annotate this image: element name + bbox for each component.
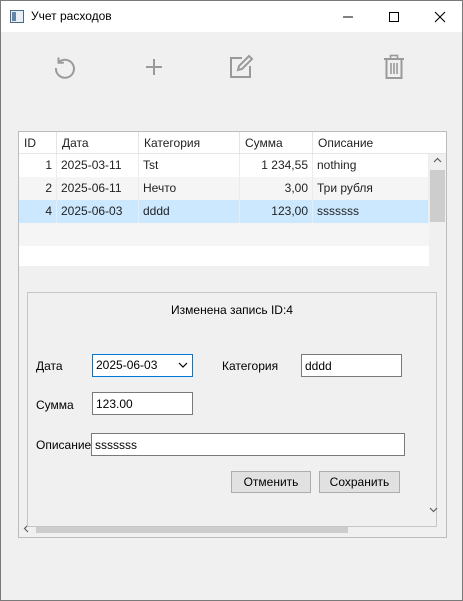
add-button[interactable]	[136, 49, 172, 85]
amount-input[interactable]	[92, 392, 193, 415]
date-label: Дата	[36, 359, 63, 373]
table-row-selected[interactable]: 4 2025-06-03 dddd 123,00 sssssss	[19, 200, 429, 223]
date-value: 2025-06-03	[96, 358, 158, 372]
cell-date: 2025-06-03	[57, 200, 139, 223]
cell-id: 1	[19, 154, 57, 177]
close-icon	[434, 11, 446, 22]
save-button[interactable]: Сохранить	[319, 471, 400, 493]
edit-icon	[230, 54, 254, 78]
empty-row	[19, 223, 429, 246]
date-picker[interactable]: 2025-06-03	[92, 354, 193, 377]
category-input[interactable]	[301, 354, 402, 377]
minimize-icon	[343, 16, 353, 17]
chevron-down-icon[interactable]	[178, 360, 188, 370]
vertical-scrollbar[interactable]	[429, 154, 446, 266]
edit-panel: Изменена запись ID:4 Дата 2025-06-03 Кат…	[27, 292, 438, 527]
close-button[interactable]	[417, 1, 463, 32]
window-title: Учет расходов	[31, 9, 112, 23]
cell-date: 2025-03-11	[57, 154, 139, 177]
scroll-up-icon[interactable]	[433, 157, 442, 163]
maximize-button[interactable]	[371, 1, 417, 32]
cancel-button[interactable]: Отменить	[231, 471, 311, 493]
cell-amount: 123,00	[240, 200, 313, 223]
cell-description: sssssss	[313, 200, 429, 223]
table-body: 1 2025-03-11 Tst 1 234,55 nothing 2 2025…	[19, 154, 429, 266]
cell-id: 4	[19, 200, 57, 223]
delete-icon	[384, 54, 404, 79]
cell-amount: 1 234,55	[240, 154, 313, 177]
refresh-icon	[54, 57, 75, 79]
cell-amount: 3,00	[240, 177, 313, 200]
amount-label: Сумма	[36, 398, 74, 412]
description-input[interactable]	[91, 433, 405, 456]
title-bar: Учет расходов	[1, 1, 462, 32]
cell-id: 2	[19, 177, 57, 200]
description-label: Описание	[36, 438, 92, 452]
minimize-button[interactable]	[325, 1, 371, 32]
app-icon	[10, 10, 24, 23]
cell-category: Tst	[139, 154, 240, 177]
edit-button[interactable]	[223, 49, 259, 85]
cell-date: 2025-06-11	[57, 177, 139, 200]
column-header-description[interactable]: Описание	[313, 132, 446, 154]
cell-category: dddd	[139, 200, 240, 223]
scroll-down-icon[interactable]	[429, 507, 438, 513]
empty-row	[19, 246, 429, 266]
cell-description: nothing	[313, 154, 429, 177]
vertical-scroll-thumb[interactable]	[430, 170, 445, 222]
category-label: Категория	[222, 359, 279, 373]
edit-status-text: Изменена запись ID:4	[171, 303, 293, 317]
delete-button[interactable]	[376, 49, 412, 85]
column-header-amount[interactable]: Сумма	[240, 132, 313, 154]
add-icon	[146, 59, 162, 75]
column-header-id[interactable]: ID	[19, 132, 57, 154]
cell-category: Нечто	[139, 177, 240, 200]
table-header: ID Дата Категория Сумма Описание	[19, 132, 446, 154]
table-row[interactable]: 2 2025-06-11 Нечто 3,00 Три рубля	[19, 177, 429, 200]
table-row[interactable]: 1 2025-03-11 Tst 1 234,55 nothing	[19, 154, 429, 177]
column-header-category[interactable]: Категория	[139, 132, 240, 154]
refresh-button[interactable]	[47, 49, 83, 85]
column-header-date[interactable]: Дата	[57, 132, 139, 154]
maximize-icon	[389, 11, 399, 22]
app-window: Учет расходов ID Дата Категория Сумма Оп…	[0, 0, 463, 601]
cell-description: Три рубля	[313, 177, 429, 200]
